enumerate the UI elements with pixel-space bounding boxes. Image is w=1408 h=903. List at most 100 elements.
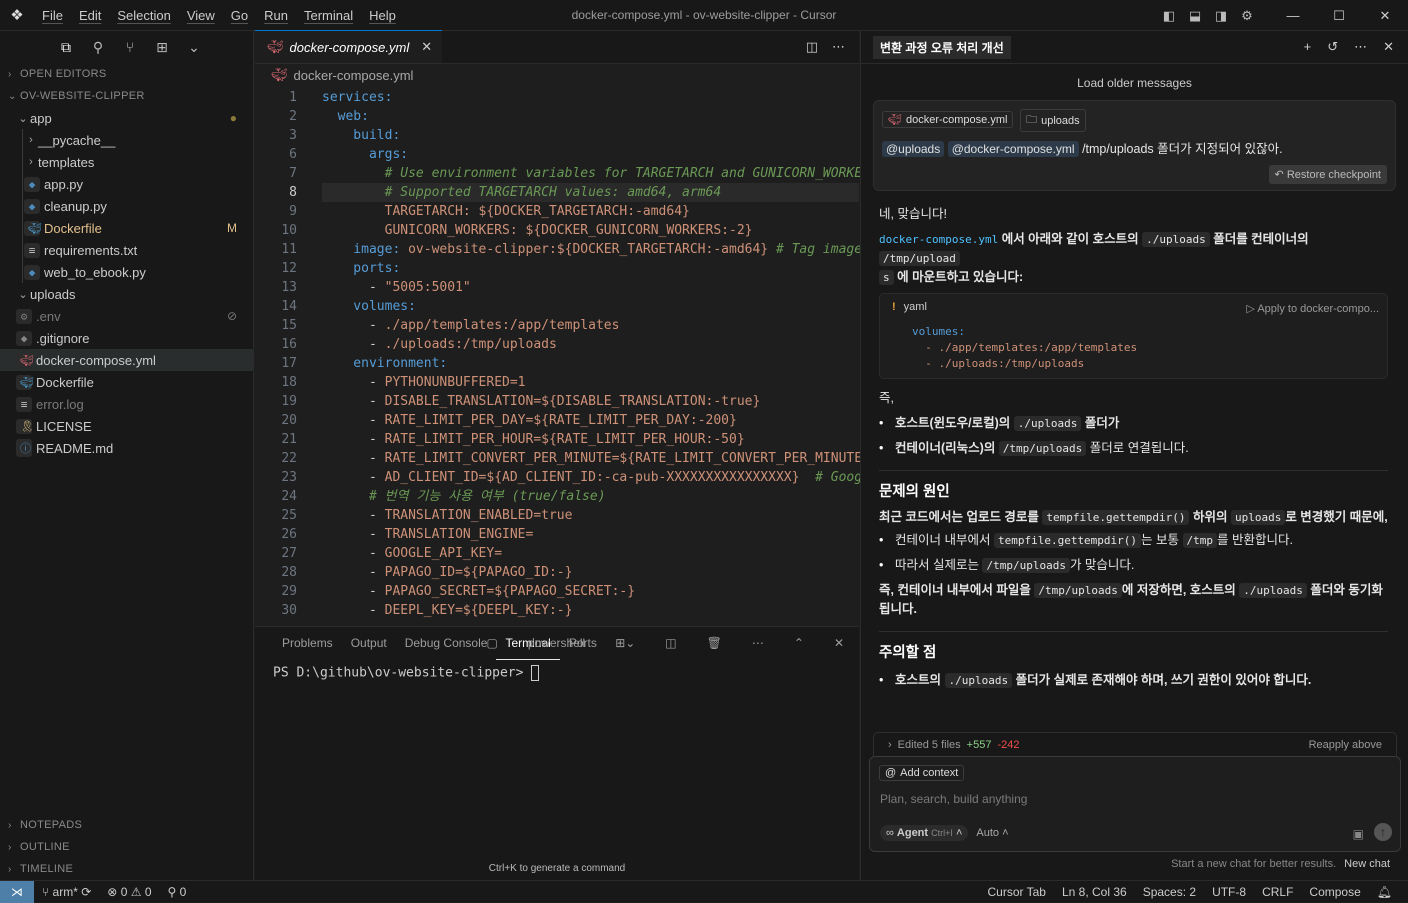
code-line[interactable]: # Supported TARGETARCH values: amd64, ar…: [322, 183, 722, 202]
menu-go[interactable]: Go: [223, 0, 256, 31]
context-pill-folder[interactable]: 🗀︎ uploads: [1020, 109, 1086, 132]
open-editors-section[interactable]: › OPEN EDITORS: [0, 63, 253, 85]
menu-edit[interactable]: Edit: [71, 0, 109, 31]
more-actions-icon[interactable]: ⋯: [743, 627, 773, 659]
file-link[interactable]: docker-compose.yml: [879, 233, 998, 246]
tab-problems[interactable]: Problems: [273, 627, 342, 659]
code-line[interactable]: build:: [322, 126, 400, 145]
toggle-panel-icon[interactable]: ⬓: [1182, 8, 1208, 24]
tree-item[interactable]: ⌄ app ●: [0, 107, 253, 129]
restore-checkpoint-button[interactable]: ↶ Restore checkpoint: [1268, 165, 1387, 184]
tree-item[interactable]: ⚙ .env ⊘: [0, 305, 253, 327]
tree-item[interactable]: ≡ error.log: [0, 393, 253, 415]
code-line[interactable]: - TRANSLATION_ENGINE=: [322, 525, 533, 544]
problems-indicator[interactable]: ⊗ 0 ⚠ 0: [99, 885, 159, 899]
history-icon[interactable]: ↺: [1327, 39, 1338, 55]
explorer-icon[interactable]: ⧉: [50, 39, 82, 56]
shell-name[interactable]: powershell: [519, 627, 594, 659]
more-icon[interactable]: ⋯: [1354, 39, 1367, 55]
close-icon[interactable]: ✕: [421, 39, 432, 55]
encoding[interactable]: UTF-8: [1204, 885, 1254, 899]
language-mode[interactable]: Compose: [1301, 885, 1368, 899]
tree-item[interactable]: ◆ app.py: [0, 173, 253, 195]
maximize-button[interactable]: ☐: [1316, 8, 1362, 24]
code-line[interactable]: - DEEPL_KEY=${DEEPL_KEY:-}: [322, 601, 573, 620]
cursor-position[interactable]: Ln 8, Col 36: [1054, 885, 1135, 899]
tree-item[interactable]: ⌄ uploads: [0, 283, 253, 305]
code-line[interactable]: GUNICORN_WORKERS: ${DOCKER_GUNICORN_WORK…: [322, 221, 753, 240]
edited-files-bar[interactable]: › Edited 5 files +557 -242 Reapply above: [873, 732, 1397, 756]
cursor-tab-status[interactable]: Cursor Tab: [979, 885, 1053, 899]
tree-item[interactable]: 🎗︎ LICENSE: [0, 415, 253, 437]
menu-selection[interactable]: Selection: [109, 0, 178, 31]
tree-item[interactable]: ◆ web_to_ebook.py: [0, 261, 253, 283]
maximize-panel-icon[interactable]: ⌃: [785, 627, 813, 659]
tree-item[interactable]: ◆ .gitignore: [0, 327, 253, 349]
toggle-sidebar-icon[interactable]: ◧: [1156, 8, 1182, 24]
timeline-section[interactable]: › TIMELINE: [0, 858, 254, 880]
tree-item[interactable]: ◆ cleanup.py: [0, 195, 253, 217]
trash-icon[interactable]: 🗑︎: [698, 627, 731, 659]
tree-item[interactable]: ≡ requirements.txt: [0, 239, 253, 261]
extensions-icon[interactable]: ⊞: [146, 39, 178, 56]
code-line[interactable]: ports:: [322, 259, 400, 278]
context-pill-file[interactable]: 🐳︎ docker-compose.yml: [882, 111, 1014, 128]
code-line[interactable]: # 번역 기능 사용 여부 (true/false): [322, 487, 606, 506]
chevron-down-icon[interactable]: ⌄: [178, 39, 210, 56]
code-line[interactable]: - PAPAGO_SECRET=${PAPAGO_SECRET:-}: [322, 582, 635, 601]
split-editor-icon[interactable]: ◫: [806, 39, 818, 55]
line-ending[interactable]: CRLF: [1254, 885, 1301, 899]
code-line[interactable]: environment:: [322, 354, 447, 373]
code-line[interactable]: web:: [322, 107, 369, 126]
project-section[interactable]: ⌄ OV-WEBSITE-CLIPPER: [0, 85, 253, 107]
new-chat-link[interactable]: New chat: [1344, 858, 1390, 870]
code-line[interactable]: - PYTHONUNBUFFERED=1: [322, 373, 526, 392]
code-line[interactable]: - DISABLE_TRANSLATION=${DISABLE_TRANSLAT…: [322, 392, 760, 411]
code-line[interactable]: - ./uploads:/tmp/uploads: [322, 335, 557, 354]
code-line[interactable]: TARGETARCH: ${DOCKER_TARGETARCH:-amd64}: [322, 202, 690, 221]
code-line[interactable]: # Use environment variables for TARGETAR…: [322, 164, 878, 183]
toggle-secondary-sidebar-icon[interactable]: ◨: [1208, 8, 1234, 24]
close-window-button[interactable]: ✕: [1362, 8, 1408, 24]
code-line[interactable]: - AD_CLIENT_ID=${AD_CLIENT_ID:-ca-pub-XX…: [322, 468, 870, 487]
close-icon[interactable]: ✕: [1383, 39, 1394, 55]
code-line[interactable]: volumes:: [322, 297, 416, 316]
search-icon[interactable]: ⚲: [82, 39, 114, 56]
mention-compose[interactable]: @docker-compose.yml: [947, 141, 1079, 157]
code-line[interactable]: - ./app/templates:/app/templates: [322, 316, 619, 335]
mention-uploads[interactable]: @uploads: [882, 141, 945, 157]
code-line[interactable]: - TRANSLATION_ENABLED=true: [322, 506, 573, 525]
code-line[interactable]: - RATE_LIMIT_PER_HOUR=${RATE_LIMIT_PER_H…: [322, 430, 745, 449]
code-line[interactable]: - "5005:5001": [322, 278, 471, 297]
minimize-button[interactable]: —: [1270, 8, 1316, 23]
code-line[interactable]: - GOOGLE_API_KEY=: [322, 544, 502, 563]
more-actions-icon[interactable]: ⋯: [832, 39, 845, 55]
terminal-output[interactable]: PS D:\github\ov-website-clipper>: [255, 659, 859, 687]
tree-item[interactable]: 🐳︎ Dockerfile M: [0, 217, 253, 239]
mode-selector[interactable]: ∞ Agent Ctrl+I ˄: [880, 825, 969, 841]
code-line[interactable]: - PAPAGO_ID=${PAPAGO_ID:-}: [322, 563, 573, 582]
load-older-messages[interactable]: Load older messages: [861, 76, 1408, 90]
close-panel-icon[interactable]: ✕: [825, 627, 853, 659]
reapply-button[interactable]: Reapply above: [1309, 739, 1382, 751]
ports-indicator[interactable]: ⚲ 0: [160, 885, 195, 899]
add-context-button[interactable]: @ Add context: [879, 765, 965, 781]
apply-button[interactable]: ▷ Apply to docker-compo...: [1246, 300, 1379, 319]
remote-icon[interactable]: ⋊: [0, 880, 34, 903]
menu-help[interactable]: Help: [361, 0, 404, 31]
image-icon[interactable]: ▣: [1353, 827, 1364, 841]
plus-icon[interactable]: +: [1304, 39, 1312, 55]
breadcrumb[interactable]: 🐳︎ docker-compose.yml: [255, 64, 859, 86]
tree-item[interactable]: › __pycache__: [0, 129, 253, 151]
code-line[interactable]: image: ov-website-clipper:${DOCKER_TARGE…: [322, 240, 862, 259]
split-terminal-icon[interactable]: ◫: [656, 627, 685, 659]
new-terminal-icon[interactable]: ⊞⌄: [606, 627, 644, 659]
chat-title[interactable]: 변환 과정 오류 처리 개선: [873, 35, 1011, 59]
tab-output[interactable]: Output: [342, 627, 396, 659]
branch-indicator[interactable]: ⑂ arm* ⟳: [34, 885, 99, 899]
outline-section[interactable]: › OUTLINE: [0, 836, 254, 858]
menu-run[interactable]: Run: [256, 0, 296, 31]
menu-file[interactable]: File: [34, 0, 71, 31]
settings-gear-icon[interactable]: ⚙: [1234, 8, 1260, 24]
tree-item[interactable]: › templates: [0, 151, 253, 173]
